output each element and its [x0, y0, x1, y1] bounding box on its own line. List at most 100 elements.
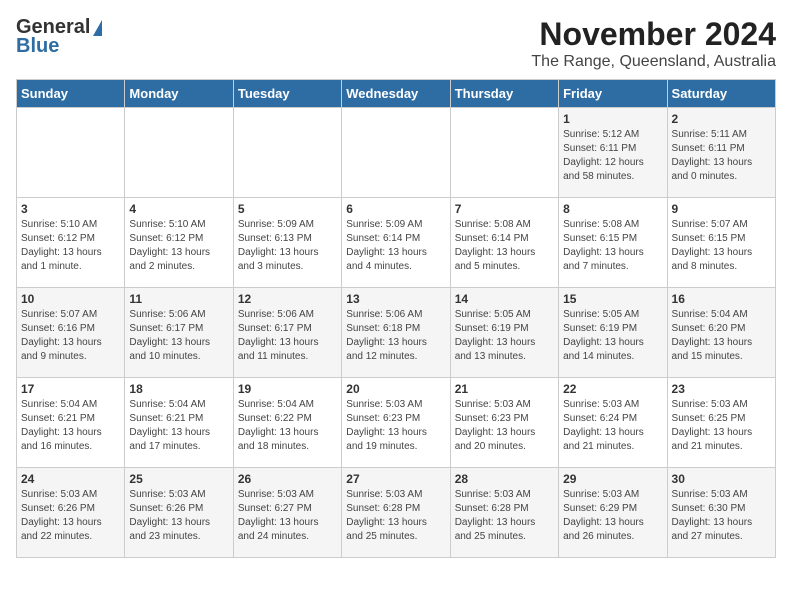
day-number: 17: [21, 382, 120, 396]
day-detail: Sunrise: 5:03 AM Sunset: 6:25 PM Dayligh…: [672, 398, 771, 454]
calendar-cell: 28 Sunrise: 5:03 AM Sunset: 6:28 PM Dayli…: [450, 468, 558, 558]
day-number: 27: [346, 472, 445, 486]
week-row-3: 17 Sunrise: 5:04 AM Sunset: 6:21 PM Dayli…: [17, 378, 776, 468]
calendar-cell: 9 Sunrise: 5:07 AM Sunset: 6:15 PM Daylig…: [667, 198, 775, 288]
calendar-cell: 3 Sunrise: 5:10 AM Sunset: 6:12 PM Daylig…: [17, 198, 125, 288]
day-detail: Sunrise: 5:10 AM Sunset: 6:12 PM Dayligh…: [129, 218, 228, 274]
week-row-4: 24 Sunrise: 5:03 AM Sunset: 6:26 PM Dayli…: [17, 468, 776, 558]
day-number: 10: [21, 292, 120, 306]
day-number: 4: [129, 202, 228, 216]
calendar-cell: 25 Sunrise: 5:03 AM Sunset: 6:26 PM Dayli…: [125, 468, 233, 558]
day-number: 26: [238, 472, 337, 486]
day-number: 29: [563, 472, 662, 486]
day-detail: Sunrise: 5:10 AM Sunset: 6:12 PM Dayligh…: [21, 218, 120, 274]
calendar-cell: 10 Sunrise: 5:07 AM Sunset: 6:16 PM Dayli…: [17, 288, 125, 378]
calendar-cell: 7 Sunrise: 5:08 AM Sunset: 6:14 PM Daylig…: [450, 198, 558, 288]
day-number: 12: [238, 292, 337, 306]
day-detail: Sunrise: 5:09 AM Sunset: 6:13 PM Dayligh…: [238, 218, 337, 274]
day-detail: Sunrise: 5:04 AM Sunset: 6:21 PM Dayligh…: [129, 398, 228, 454]
day-detail: Sunrise: 5:08 AM Sunset: 6:14 PM Dayligh…: [455, 218, 554, 274]
day-detail: Sunrise: 5:09 AM Sunset: 6:14 PM Dayligh…: [346, 218, 445, 274]
day-number: 13: [346, 292, 445, 306]
calendar-cell: [17, 108, 125, 198]
calendar-cell: 22 Sunrise: 5:03 AM Sunset: 6:24 PM Dayli…: [559, 378, 667, 468]
logo: General Blue: [16, 16, 102, 58]
day-number: 24: [21, 472, 120, 486]
calendar-cell: 15Sunrise: 5:05 AM Sunset: 6:19 PM Dayli…: [559, 288, 667, 378]
week-row-1: 3 Sunrise: 5:10 AM Sunset: 6:12 PM Daylig…: [17, 198, 776, 288]
calendar-cell: 4 Sunrise: 5:10 AM Sunset: 6:12 PM Daylig…: [125, 198, 233, 288]
day-number: 15: [563, 292, 662, 306]
calendar-cell: 17Sunrise: 5:04 AM Sunset: 6:21 PM Dayli…: [17, 378, 125, 468]
calendar-body: 1Sunrise: 5:12 AM Sunset: 6:11 PM Daylig…: [17, 108, 776, 558]
week-row-0: 1Sunrise: 5:12 AM Sunset: 6:11 PM Daylig…: [17, 108, 776, 198]
day-number: 23: [672, 382, 771, 396]
calendar-cell: 29 Sunrise: 5:03 AM Sunset: 6:29 PM Dayli…: [559, 468, 667, 558]
calendar-subtitle: The Range, Queensland, Australia: [531, 53, 776, 71]
day-number: 30: [672, 472, 771, 486]
day-detail: Sunrise: 5:03 AM Sunset: 6:28 PM Dayligh…: [346, 488, 445, 544]
header-wednesday: Wednesday: [342, 80, 450, 108]
day-number: 1: [563, 112, 662, 126]
calendar-cell: 20 Sunrise: 5:03 AM Sunset: 6:23 PM Dayli…: [342, 378, 450, 468]
day-detail: Sunrise: 5:06 AM Sunset: 6:17 PM Dayligh…: [129, 308, 228, 364]
calendar-cell: 18Sunrise: 5:04 AM Sunset: 6:21 PM Dayli…: [125, 378, 233, 468]
day-detail: Sunrise: 5:03 AM Sunset: 6:23 PM Dayligh…: [346, 398, 445, 454]
day-number: 28: [455, 472, 554, 486]
calendar-cell: 24 Sunrise: 5:03 AM Sunset: 6:26 PM Dayli…: [17, 468, 125, 558]
day-number: 3: [21, 202, 120, 216]
calendar-cell: 11 Sunrise: 5:06 AM Sunset: 6:17 PM Dayli…: [125, 288, 233, 378]
day-detail: Sunrise: 5:03 AM Sunset: 6:29 PM Dayligh…: [563, 488, 662, 544]
header: General Blue November 2024 The Range, Qu…: [16, 16, 776, 71]
calendar-cell: [342, 108, 450, 198]
calendar-cell: 13 Sunrise: 5:06 AM Sunset: 6:18 PM Dayli…: [342, 288, 450, 378]
calendar-cell: 23 Sunrise: 5:03 AM Sunset: 6:25 PM Dayli…: [667, 378, 775, 468]
calendar-cell: 27 Sunrise: 5:03 AM Sunset: 6:28 PM Dayli…: [342, 468, 450, 558]
day-detail: Sunrise: 5:06 AM Sunset: 6:18 PM Dayligh…: [346, 308, 445, 364]
calendar-cell: 19 Sunrise: 5:04 AM Sunset: 6:22 PM Dayli…: [233, 378, 341, 468]
day-detail: Sunrise: 5:03 AM Sunset: 6:24 PM Dayligh…: [563, 398, 662, 454]
day-number: 7: [455, 202, 554, 216]
day-number: 8: [563, 202, 662, 216]
day-number: 2: [672, 112, 771, 126]
day-detail: Sunrise: 5:04 AM Sunset: 6:22 PM Dayligh…: [238, 398, 337, 454]
day-number: 5: [238, 202, 337, 216]
calendar-cell: 30 Sunrise: 5:03 AM Sunset: 6:30 PM Dayli…: [667, 468, 775, 558]
calendar-cell: 12 Sunrise: 5:06 AM Sunset: 6:17 PM Dayli…: [233, 288, 341, 378]
day-number: 11: [129, 292, 228, 306]
day-detail: Sunrise: 5:06 AM Sunset: 6:17 PM Dayligh…: [238, 308, 337, 364]
day-number: 6: [346, 202, 445, 216]
day-detail: Sunrise: 5:03 AM Sunset: 6:26 PM Dayligh…: [129, 488, 228, 544]
day-number: 9: [672, 202, 771, 216]
day-detail: Sunrise: 5:07 AM Sunset: 6:16 PM Dayligh…: [21, 308, 120, 364]
day-number: 19: [238, 382, 337, 396]
day-number: 16: [672, 292, 771, 306]
header-row: SundayMondayTuesdayWednesdayThursdayFrid…: [17, 80, 776, 108]
day-detail: Sunrise: 5:08 AM Sunset: 6:15 PM Dayligh…: [563, 218, 662, 274]
header-saturday: Saturday: [667, 80, 775, 108]
day-detail: Sunrise: 5:07 AM Sunset: 6:15 PM Dayligh…: [672, 218, 771, 274]
day-detail: Sunrise: 5:03 AM Sunset: 6:30 PM Dayligh…: [672, 488, 771, 544]
day-number: 25: [129, 472, 228, 486]
day-detail: Sunrise: 5:03 AM Sunset: 6:23 PM Dayligh…: [455, 398, 554, 454]
calendar-cell: 1Sunrise: 5:12 AM Sunset: 6:11 PM Daylig…: [559, 108, 667, 198]
day-number: 22: [563, 382, 662, 396]
calendar-cell: 21Sunrise: 5:03 AM Sunset: 6:23 PM Dayli…: [450, 378, 558, 468]
day-detail: Sunrise: 5:05 AM Sunset: 6:19 PM Dayligh…: [455, 308, 554, 364]
calendar-cell: 6 Sunrise: 5:09 AM Sunset: 6:14 PM Daylig…: [342, 198, 450, 288]
header-tuesday: Tuesday: [233, 80, 341, 108]
day-detail: Sunrise: 5:03 AM Sunset: 6:28 PM Dayligh…: [455, 488, 554, 544]
calendar-cell: 2 Sunrise: 5:11 AM Sunset: 6:11 PM Daylig…: [667, 108, 775, 198]
logo-blue: Blue: [16, 35, 59, 58]
calendar-cell: 14 Sunrise: 5:05 AM Sunset: 6:19 PM Dayli…: [450, 288, 558, 378]
title-area: November 2024 The Range, Queensland, Aus…: [531, 16, 776, 71]
day-number: 14: [455, 292, 554, 306]
calendar-cell: [233, 108, 341, 198]
header-friday: Friday: [559, 80, 667, 108]
logo-triangle-icon: [93, 20, 102, 36]
calendar-cell: 26Sunrise: 5:03 AM Sunset: 6:27 PM Dayli…: [233, 468, 341, 558]
day-detail: Sunrise: 5:03 AM Sunset: 6:26 PM Dayligh…: [21, 488, 120, 544]
day-detail: Sunrise: 5:11 AM Sunset: 6:11 PM Dayligh…: [672, 128, 771, 184]
day-detail: Sunrise: 5:04 AM Sunset: 6:20 PM Dayligh…: [672, 308, 771, 364]
day-number: 20: [346, 382, 445, 396]
